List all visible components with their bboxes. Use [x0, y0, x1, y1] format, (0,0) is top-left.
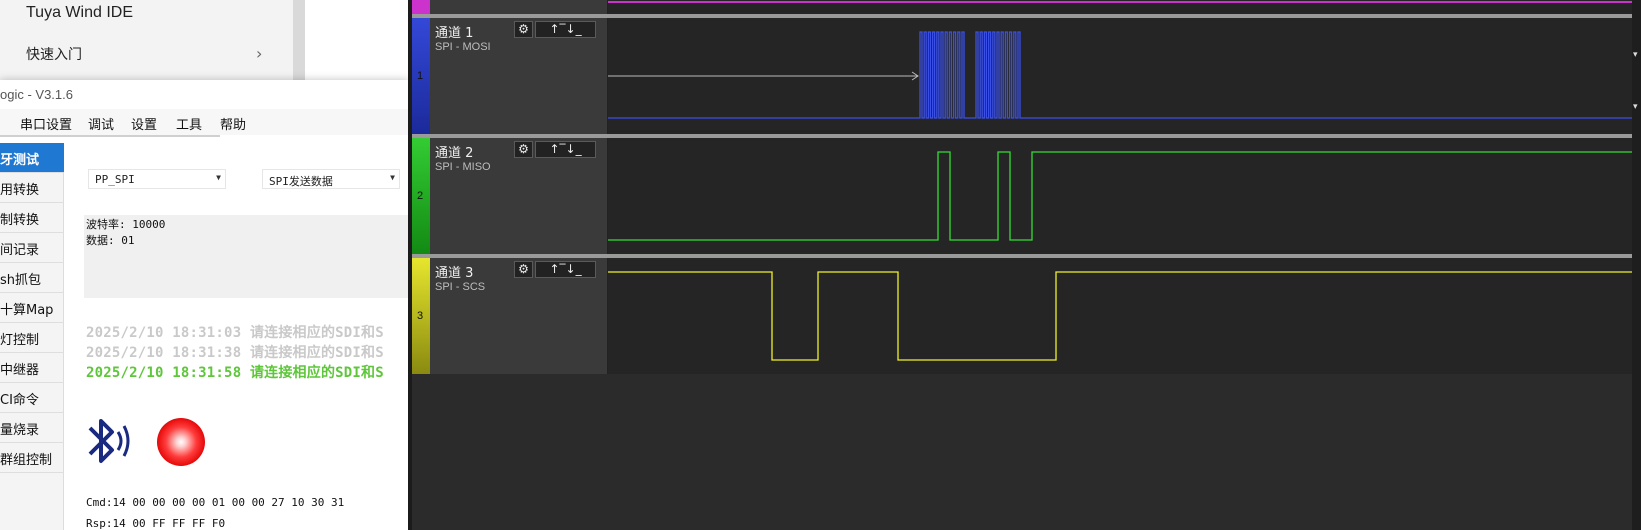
channel-label-area: 通道 3 SPI - SCS ⚙ ↑‾↓_ — [430, 258, 608, 374]
info-textbox[interactable]: 波特率: 10000 数据: 01 — [84, 215, 408, 298]
channel-row-1: 1 通道 1 SPI - MOSI ⚙ ↑‾↓_ — [412, 18, 1632, 134]
menu-help[interactable]: 帮助 — [220, 114, 246, 133]
channel-label-area: 通道 2 SPI - MISO ⚙ ↑‾↓_ — [430, 138, 608, 254]
sidebar-item-calc-map[interactable]: 十算Map — [0, 293, 64, 323]
action-select[interactable]: SPI发送数据 ▼ — [262, 169, 400, 189]
channel-number: 3 — [417, 310, 424, 322]
feature-sidebar: 牙测试 用转换 制转换 间记录 sh抓包 十算Map 灯控制 中继器 CI命令 … — [0, 143, 64, 530]
sidebar-item-time-record[interactable]: 间记录 — [0, 233, 64, 263]
chevron-right-icon[interactable]: › — [256, 44, 262, 63]
log-line: 2025/2/10 18:31:03 请连接相应的SDI和S — [86, 325, 384, 341]
trigger-rising-icon[interactable]: ↑ — [549, 262, 559, 276]
menu-debug[interactable]: 调试 — [88, 114, 114, 133]
channel-number: 1 — [417, 70, 424, 82]
channel-color-bar[interactable]: 1 — [412, 18, 430, 134]
data-text: 数据: 01 — [86, 234, 135, 247]
mode-select-value: PP_SPI — [95, 173, 135, 186]
channel-name[interactable]: 通道 3 — [435, 262, 473, 281]
trigger-low-icon[interactable]: _ — [576, 142, 582, 156]
window-title: ogic - V3.1.6 — [0, 87, 73, 102]
channel-label-area — [430, 0, 608, 14]
chevron-down-icon: ▼ — [216, 173, 221, 182]
menu-settings[interactable]: 设置 — [131, 114, 157, 133]
channel-color-bar[interactable]: 3 — [412, 258, 430, 374]
channel-protocol: SPI - SCS — [435, 281, 486, 293]
action-select-value: SPI发送数据 — [269, 175, 333, 188]
channel-row-3: 3 通道 3 SPI - SCS ⚙ ↑‾↓_ — [412, 258, 1632, 374]
scs-waveform — [608, 271, 1632, 361]
channel-row-partial — [412, 0, 1632, 14]
channel-protocol: SPI - MISO — [435, 161, 491, 173]
channel-wave-area — [608, 138, 1632, 254]
channel-number: 2 — [417, 190, 424, 202]
trigger-buttons[interactable]: ↑‾↓_ — [535, 261, 596, 278]
sidebar-item-mesh-capture[interactable]: sh抓包 — [0, 263, 64, 293]
mosi-waveform — [608, 31, 1632, 119]
trigger-falling-icon[interactable]: ↓ — [566, 142, 576, 156]
miso-waveform — [608, 151, 1632, 241]
trigger-rising-icon[interactable]: ↑ — [549, 22, 559, 36]
trigger-falling-icon[interactable]: ↓ — [566, 22, 576, 36]
cmd-text: Cmd:14 00 00 00 00 01 00 00 27 10 30 31 — [86, 496, 345, 509]
gear-icon[interactable]: ⚙ — [514, 261, 533, 278]
sidebar-item-group-control[interactable]: 群组控制 — [0, 443, 64, 473]
logic-analyzer: 1 通道 1 SPI - MOSI ⚙ ↑‾↓_ 2 通道 2 SPI - MI… — [408, 0, 1641, 530]
chevron-down-icon[interactable]: ▾ — [1633, 102, 1638, 112]
log-line: 2025/2/10 18:31:38 请连接相应的SDI和S — [86, 345, 384, 361]
menu-tools[interactable]: 工具 — [176, 114, 202, 133]
baud-rate-text: 波特率: 10000 — [86, 218, 166, 231]
status-led — [157, 418, 205, 466]
gear-icon[interactable]: ⚙ — [514, 21, 533, 38]
trigger-falling-icon[interactable]: ↓ — [566, 262, 576, 276]
channel-wave-area — [608, 0, 1632, 14]
trigger-low-icon[interactable]: _ — [576, 262, 582, 276]
bluetooth-icon[interactable] — [84, 414, 134, 468]
sidebar-item-bt-test[interactable]: 牙测试 — [0, 143, 64, 173]
chevron-down-icon: ▼ — [390, 173, 395, 182]
analyzer-vertical-scrollbar[interactable]: ▾ ▾ — [1632, 0, 1641, 530]
sidebar-item-relay[interactable]: 中继器 — [0, 353, 64, 383]
menu-bar: 串口设置 调试 设置 工具 帮助 — [0, 109, 408, 135]
sidebar-item-base-convert[interactable]: 制转换 — [0, 203, 64, 233]
scs-signal — [608, 271, 1632, 361]
miso-signal — [608, 151, 1632, 241]
channel-wave-area — [608, 258, 1632, 374]
channel-wave-area — [608, 18, 1632, 134]
menu-divider — [0, 135, 220, 137]
ide-scrollbar[interactable] — [293, 0, 305, 90]
gear-icon[interactable]: ⚙ — [514, 141, 533, 158]
channel-name[interactable]: 通道 1 — [435, 22, 473, 41]
sidebar-item-general-convert[interactable]: 用转换 — [0, 173, 64, 203]
trigger-buttons[interactable]: ↑‾↓_ — [535, 21, 596, 38]
menu-serial-settings[interactable]: 串口设置 — [20, 114, 72, 133]
chevron-down-icon[interactable]: ▾ — [1633, 50, 1638, 60]
mode-select[interactable]: PP_SPI ▼ — [88, 169, 226, 189]
trigger-buttons[interactable]: ↑‾↓_ — [535, 141, 596, 158]
channel-wave-line — [608, 1, 1632, 3]
ide-content-area — [305, 0, 408, 90]
ide-panel: Tuya Wind IDE 快速入门 › — [0, 0, 408, 90]
sidebar-item-light-control[interactable]: 灯控制 — [0, 323, 64, 353]
trigger-rising-icon[interactable]: ↑ — [549, 142, 559, 156]
channel-label-area: 通道 1 SPI - MOSI ⚙ ↑‾↓_ — [430, 18, 608, 134]
log-line: 2025/2/10 18:31:58 请连接相应的SDI和S — [86, 365, 384, 381]
channel-name[interactable]: 通道 2 — [435, 142, 473, 161]
sidebar-item-batch-flash[interactable]: 量烧录 — [0, 413, 64, 443]
channel-protocol: SPI - MOSI — [435, 41, 491, 53]
mosi-signal — [608, 31, 1632, 119]
channel-color-bar[interactable]: 2 — [412, 138, 430, 254]
sidebar-item-hci-command[interactable]: CI命令 — [0, 383, 64, 413]
rsp-text: Rsp:14 00 FF FF FF F0 — [86, 517, 226, 530]
trigger-low-icon[interactable]: _ — [576, 22, 582, 36]
ide-title: Tuya Wind IDE — [26, 4, 133, 21]
serial-tool-window: ogic - V3.1.6 串口设置 调试 设置 工具 帮助 牙测试 用转换 制… — [0, 80, 408, 530]
channel-row-2: 2 通道 2 SPI - MISO ⚙ ↑‾↓_ — [412, 138, 1632, 254]
quick-start-item[interactable]: 快速入门 — [26, 44, 82, 64]
channel-color-bar[interactable] — [412, 0, 430, 14]
